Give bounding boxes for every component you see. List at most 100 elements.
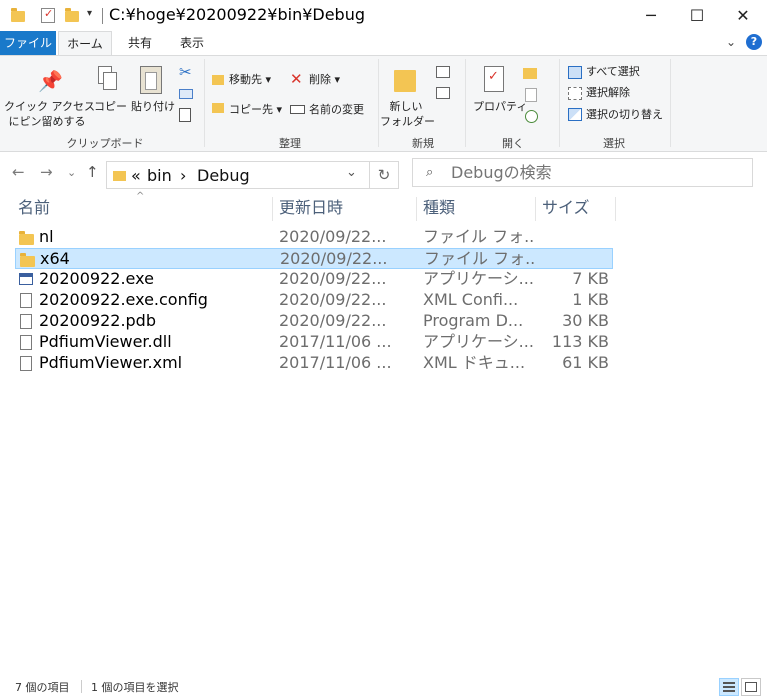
search-input[interactable]: [451, 161, 741, 184]
move-to-button[interactable]: 移動先 ▾: [229, 72, 271, 87]
select-group-label: 選択: [603, 137, 625, 150]
file-type: アプリケーシ...: [423, 332, 534, 351]
tab-home[interactable]: ホーム: [58, 31, 112, 56]
history-icon[interactable]: [525, 110, 538, 123]
forward-arrow-icon[interactable]: →: [40, 163, 53, 181]
address-bar[interactable]: « bin › Debug ⌄: [106, 161, 370, 189]
new-folder-large-icon: [394, 70, 416, 92]
breadcrumb-debug[interactable]: Debug: [197, 166, 250, 185]
column-header-type[interactable]: 種類: [423, 197, 455, 221]
exe-icon: [19, 272, 33, 287]
clipboard-group-label: クリップボード: [66, 137, 144, 150]
move-to-label: 移動先: [229, 73, 262, 86]
file-row[interactable]: 20200922.exe 2020/09/22... アプリケーシ... 7 KB: [15, 269, 613, 290]
file-date: 2020/09/22...: [280, 249, 388, 268]
search-box[interactable]: ⌕: [412, 158, 753, 187]
address-overflow[interactable]: «: [131, 166, 141, 185]
new-folder-label-line2: フォルダー: [380, 115, 435, 128]
file-name: 20200922.pdb: [39, 311, 156, 330]
tab-file[interactable]: ファイル: [0, 31, 56, 55]
paste-shortcut-icon[interactable]: [179, 108, 191, 122]
select-all-icon: [568, 66, 582, 79]
close-button[interactable]: ✕: [720, 0, 766, 31]
copy-path-icon[interactable]: [179, 89, 193, 99]
file-row[interactable]: PdfiumViewer.xml 2017/11/06 ... XML ドキュ...…: [15, 353, 613, 374]
delete-icon: ✕: [290, 70, 303, 88]
file-name: PdfiumViewer.xml: [39, 353, 183, 372]
file-row[interactable]: PdfiumViewer.dll 2017/11/06 ... アプリケーシ... 1…: [15, 332, 613, 353]
tab-view[interactable]: 表示: [168, 31, 216, 55]
copy-to-button[interactable]: コピー先 ▾: [229, 102, 282, 117]
up-arrow-icon[interactable]: ↑: [86, 163, 99, 181]
group-separator: [465, 59, 466, 147]
document-icon: [19, 314, 33, 329]
select-none-button[interactable]: 選択解除: [586, 85, 630, 100]
large-icons-view-icon[interactable]: [741, 678, 761, 696]
folder-icon: [20, 252, 35, 267]
file-size: 113 KB: [551, 332, 609, 351]
search-icon: ⌕: [426, 165, 434, 180]
file-row[interactable]: 20200922.exe.config 2020/09/22... XML Conf…: [15, 290, 613, 311]
tab-share[interactable]: 共有: [116, 31, 164, 55]
file-row[interactable]: nl 2020/09/22... ファイル フォ...: [15, 227, 613, 248]
column-header-name[interactable]: 名前: [18, 197, 50, 221]
select-none-icon: [568, 87, 582, 100]
file-date: 2020/09/22...: [279, 290, 387, 309]
invert-selection-button[interactable]: 選択の切り替え: [586, 107, 663, 122]
file-type: ファイル フォ...: [424, 249, 536, 268]
details-view-icon[interactable]: [719, 678, 739, 696]
new-folder-label-line1: 新しい: [389, 100, 423, 113]
file-date: 2017/11/06 ...: [279, 332, 392, 351]
help-icon[interactable]: ?: [746, 34, 762, 50]
open-group-label: 開く: [502, 137, 524, 150]
customize-toolbar-chevron-icon[interactable]: ▾: [87, 8, 92, 19]
file-list: ^ 名前 更新日時 種類 サイズ nl 2020/09/22... ファイル フォ.…: [0, 191, 767, 665]
file-size: 7 KB: [572, 269, 609, 288]
properties-check-icon[interactable]: ✓: [41, 7, 55, 23]
sort-ascending-icon: ^: [136, 191, 145, 202]
copy-button[interactable]: コピー: [94, 99, 127, 114]
config-icon: [19, 293, 33, 308]
minimize-button[interactable]: ─: [628, 0, 674, 31]
back-arrow-icon[interactable]: ←: [12, 163, 25, 181]
status-bar: 7 個の項目 1 個の項目を選択: [0, 676, 767, 698]
properties-button[interactable]: プロパティ: [473, 99, 527, 114]
refresh-icon[interactable]: ↻: [370, 161, 399, 189]
easy-access-icon[interactable]: [436, 87, 450, 99]
copy-to-label: コピー先: [229, 103, 273, 116]
file-name: PdfiumViewer.dll: [39, 332, 172, 351]
cut-icon[interactable]: ✂: [179, 63, 192, 81]
delete-label: 削除: [309, 73, 331, 86]
new-group-label: 新規: [412, 137, 434, 150]
select-all-button[interactable]: すべて選択: [586, 64, 640, 79]
maximize-button[interactable]: ☐: [674, 0, 720, 31]
new-folder-button[interactable]: 新しい フォルダー: [380, 99, 435, 129]
column-separator[interactable]: [416, 197, 417, 221]
edit-icon[interactable]: [525, 88, 537, 102]
file-row[interactable]: 20200922.pdb 2020/09/22... Program D... 30 …: [15, 311, 613, 332]
file-row[interactable]: x64 2020/09/22... ファイル フォ...: [15, 248, 613, 269]
rename-button[interactable]: 名前の変更: [309, 102, 364, 117]
column-header-date[interactable]: 更新日時: [279, 197, 343, 221]
column-header-size[interactable]: サイズ: [542, 197, 590, 221]
file-type: Program D...: [423, 311, 524, 330]
file-name: nl: [39, 227, 54, 246]
breadcrumb-bin[interactable]: bin: [147, 166, 172, 185]
file-size: 61 KB: [562, 353, 609, 372]
file-date: 2020/09/22...: [279, 227, 387, 246]
pin-quick-access-button[interactable]: クイック アクセス にピン留めする: [4, 99, 95, 129]
file-name: 20200922.exe: [39, 269, 154, 288]
collapse-ribbon-chevron-icon[interactable]: ⌄: [726, 35, 736, 49]
new-item-icon[interactable]: [436, 66, 450, 78]
breadcrumb-separator[interactable]: ›: [180, 166, 186, 185]
column-separator[interactable]: [615, 197, 616, 221]
column-separator[interactable]: [535, 197, 536, 221]
organize-group-label: 整理: [279, 137, 301, 150]
paste-button[interactable]: 貼り付け: [131, 99, 175, 114]
open-icon[interactable]: [523, 68, 537, 79]
delete-button[interactable]: 削除 ▾: [309, 72, 340, 87]
column-separator[interactable]: [272, 197, 273, 221]
address-dropdown-chevron-icon[interactable]: ⌄: [346, 165, 357, 180]
rename-icon: [290, 105, 305, 114]
recent-locations-chevron-icon[interactable]: ⌄: [67, 166, 76, 179]
